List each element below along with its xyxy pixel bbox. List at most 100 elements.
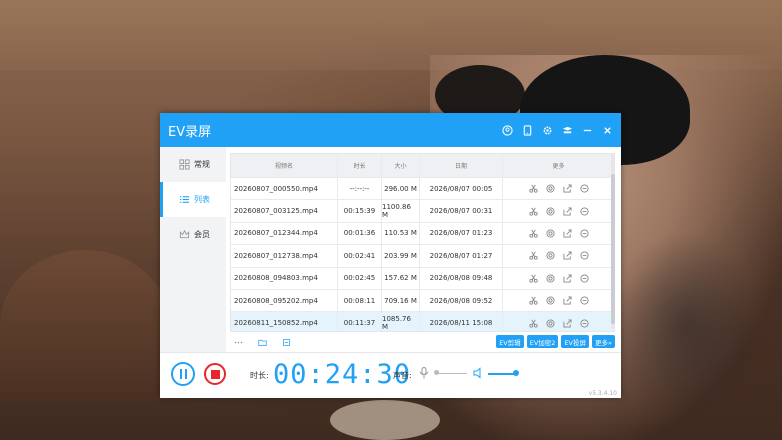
file-name: 20260807_012738.mp4	[231, 245, 338, 267]
delete-icon[interactable]	[579, 273, 590, 284]
row-actions	[503, 312, 614, 331]
file-duration: 00:08:11	[338, 289, 382, 312]
record-timer: 00:24:30	[273, 359, 412, 390]
file-duration: --:--:--	[338, 178, 382, 200]
play-icon[interactable]	[545, 318, 556, 329]
file-date: 2026/08/07 00:05	[420, 178, 503, 200]
play-icon[interactable]	[545, 273, 556, 284]
delete-icon[interactable]	[579, 183, 590, 194]
file-name: 20260807_003125.mp4	[231, 200, 338, 222]
table-row[interactable]: 20260811_150852.mp4 00:11:37 1085.76 M 2026…	[231, 312, 614, 331]
share-icon[interactable]	[562, 318, 573, 329]
table-row[interactable]: 20260807_012344.mp4 00:01:36 110.53 M 2026/…	[231, 222, 614, 246]
mic-volume-handle[interactable]	[434, 370, 439, 375]
speaker-icon[interactable]	[473, 367, 485, 379]
background-lamp	[330, 400, 440, 440]
col-header-date: 日期	[420, 154, 503, 177]
row-actions	[503, 223, 614, 244]
sidebar-item-label: 常规	[194, 160, 210, 169]
file-duration: 00:02:41	[338, 245, 382, 267]
skin-icon[interactable]	[557, 120, 577, 140]
share-icon[interactable]	[562, 250, 573, 261]
microphone-icon[interactable]	[419, 367, 429, 379]
more-tools-button[interactable]: 更多»	[592, 335, 615, 348]
sidebar-item-general[interactable]: 常规	[160, 147, 226, 182]
cut-icon[interactable]	[528, 183, 539, 194]
file-size: 203.99 M	[382, 245, 420, 267]
grid-icon	[179, 159, 190, 170]
close-icon[interactable]	[597, 120, 617, 140]
share-icon[interactable]	[562, 295, 573, 306]
play-icon[interactable]	[545, 228, 556, 239]
file-date: 2026/08/11 15:08	[420, 312, 503, 331]
table-row[interactable]: 20260807_003125.mp4 00:15:39 1100.86 M 2026…	[231, 200, 614, 223]
table-scrollbar[interactable]	[611, 154, 615, 329]
list-icon	[179, 196, 190, 203]
pause-button[interactable]	[171, 362, 195, 386]
scrollbar-thumb[interactable]	[611, 174, 615, 324]
mic-volume-slider[interactable]	[435, 373, 467, 374]
ev-edit-button[interactable]: EV剪辑	[496, 335, 524, 348]
cut-icon[interactable]	[528, 318, 539, 329]
import-icon[interactable]	[280, 337, 292, 349]
table-row[interactable]: 20260808_094803.mp4 00:02:45 157.62 M 2026/…	[231, 267, 614, 290]
delete-icon[interactable]	[579, 228, 590, 239]
cut-icon[interactable]	[528, 206, 539, 217]
table-row[interactable]: 20260807_012738.mp4 00:02:41 203.99 M 2026/…	[231, 245, 614, 268]
duration-label: 时长:	[250, 371, 269, 380]
share-icon[interactable]	[562, 228, 573, 239]
device-icon[interactable]	[517, 120, 537, 140]
system-volume-handle[interactable]	[513, 370, 519, 376]
table-row[interactable]: 20260808_095202.mp4 00:08:11 709.16 M 2026/…	[231, 289, 614, 313]
sound-label: 声音:	[393, 371, 412, 380]
delete-icon[interactable]	[579, 250, 590, 261]
sidebar-item-list[interactable]: 列表	[160, 182, 226, 217]
file-size: 296.00 M	[382, 178, 420, 200]
play-icon[interactable]	[545, 250, 556, 261]
settings-icon[interactable]	[537, 120, 557, 140]
delete-icon[interactable]	[579, 206, 590, 217]
title-bar[interactable]: EV录屏	[160, 113, 621, 147]
col-header-name: 视频名	[231, 154, 338, 177]
play-icon[interactable]	[545, 183, 556, 194]
minimize-icon[interactable]	[577, 120, 597, 140]
table-row[interactable]: 20260807_000550.mp4 --:--:-- 296.00 M 2026/…	[231, 178, 614, 201]
file-list-panel: 视频名 时长 大小 日期 更多 20260807_000550.mp4 --:--…	[226, 147, 621, 352]
sidebar-item-member[interactable]: 会员	[160, 217, 226, 252]
share-icon[interactable]	[562, 273, 573, 284]
play-icon[interactable]	[545, 295, 556, 306]
file-name: 20260807_000550.mp4	[231, 178, 338, 200]
user-icon[interactable]	[497, 120, 517, 140]
more-options-icon[interactable]	[232, 337, 244, 349]
file-size: 709.16 M	[382, 289, 420, 312]
file-size: 157.62 M	[382, 267, 420, 289]
sidebar-item-label: 会员	[194, 230, 210, 239]
record-controls: 时长: 00:24:30 声音: v5.3.4.10	[160, 352, 621, 398]
folder-icon[interactable]	[256, 337, 268, 349]
version-label: v5.3.4.10	[588, 390, 617, 397]
stop-button[interactable]	[204, 363, 226, 385]
cut-icon[interactable]	[528, 250, 539, 261]
share-icon[interactable]	[562, 206, 573, 217]
ev-cast-button[interactable]: EV投屏	[561, 335, 590, 348]
system-volume-slider[interactable]	[488, 373, 514, 375]
cut-icon[interactable]	[528, 228, 539, 239]
cut-icon[interactable]	[528, 273, 539, 284]
delete-icon[interactable]	[579, 318, 590, 329]
row-actions	[503, 178, 614, 199]
file-date: 2026/08/07 01:23	[420, 222, 503, 245]
file-duration: 00:15:39	[338, 200, 382, 222]
file-name: 20260811_150852.mp4	[231, 312, 338, 331]
delete-icon[interactable]	[579, 295, 590, 306]
sidebar: 常规 列表 会员	[160, 147, 226, 352]
share-icon[interactable]	[562, 183, 573, 194]
file-name: 20260808_094803.mp4	[231, 267, 338, 289]
app-title: EV录屏	[168, 124, 212, 140]
cut-icon[interactable]	[528, 295, 539, 306]
ev-encrypt-button[interactable]: EV加密2	[526, 335, 559, 348]
row-actions	[503, 245, 614, 266]
file-date: 2026/08/07 00:31	[420, 200, 503, 222]
col-header-more: 更多	[552, 163, 565, 170]
file-date: 2026/08/08 09:52	[420, 289, 503, 312]
play-icon[interactable]	[545, 206, 556, 217]
